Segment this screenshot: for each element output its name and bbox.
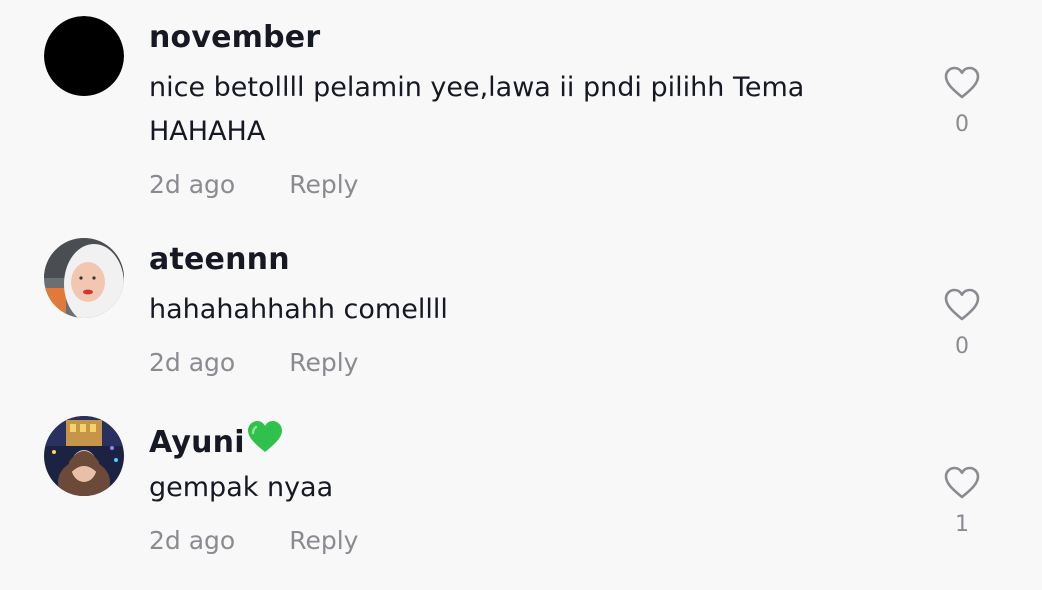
avatar[interactable] — [44, 238, 124, 318]
comment-meta: 2d ago Reply — [149, 526, 358, 555]
comment-meta: 2d ago Reply — [149, 348, 358, 377]
comment-meta: 2d ago Reply — [149, 170, 358, 199]
like-count: 0 — [955, 112, 969, 137]
like-count: 0 — [955, 334, 969, 359]
comment-username[interactable]: ateennn — [149, 242, 290, 277]
comment-text: nice betollll pelamin yee,lawa ii pndi p… — [149, 72, 805, 147]
reply-button[interactable]: Reply — [289, 348, 358, 377]
reply-button[interactable]: Reply — [289, 526, 358, 555]
comment-text: gempak nyaa — [149, 472, 334, 503]
like-button[interactable]: 1 — [940, 466, 984, 537]
comment-time: 2d ago — [149, 348, 236, 377]
heart-outline-icon[interactable] — [944, 466, 980, 500]
reply-button[interactable]: Reply — [289, 170, 358, 199]
heart-outline-icon[interactable] — [944, 288, 980, 322]
like-button[interactable]: 0 — [940, 288, 984, 359]
comment-time: 2d ago — [149, 526, 236, 555]
like-button[interactable]: 0 — [940, 66, 984, 137]
avatar[interactable] — [44, 16, 124, 96]
green-heart-icon — [247, 420, 283, 462]
comment-text: hahahahhahh comellll — [149, 294, 448, 325]
like-count: 1 — [955, 512, 969, 537]
username-text: Ayuni — [149, 425, 245, 460]
heart-outline-icon[interactable] — [944, 66, 980, 100]
comment-time: 2d ago — [149, 170, 236, 199]
avatar[interactable] — [44, 416, 124, 496]
comment-username[interactable]: november — [149, 20, 320, 55]
comment-username[interactable]: Ayuni — [149, 420, 283, 462]
